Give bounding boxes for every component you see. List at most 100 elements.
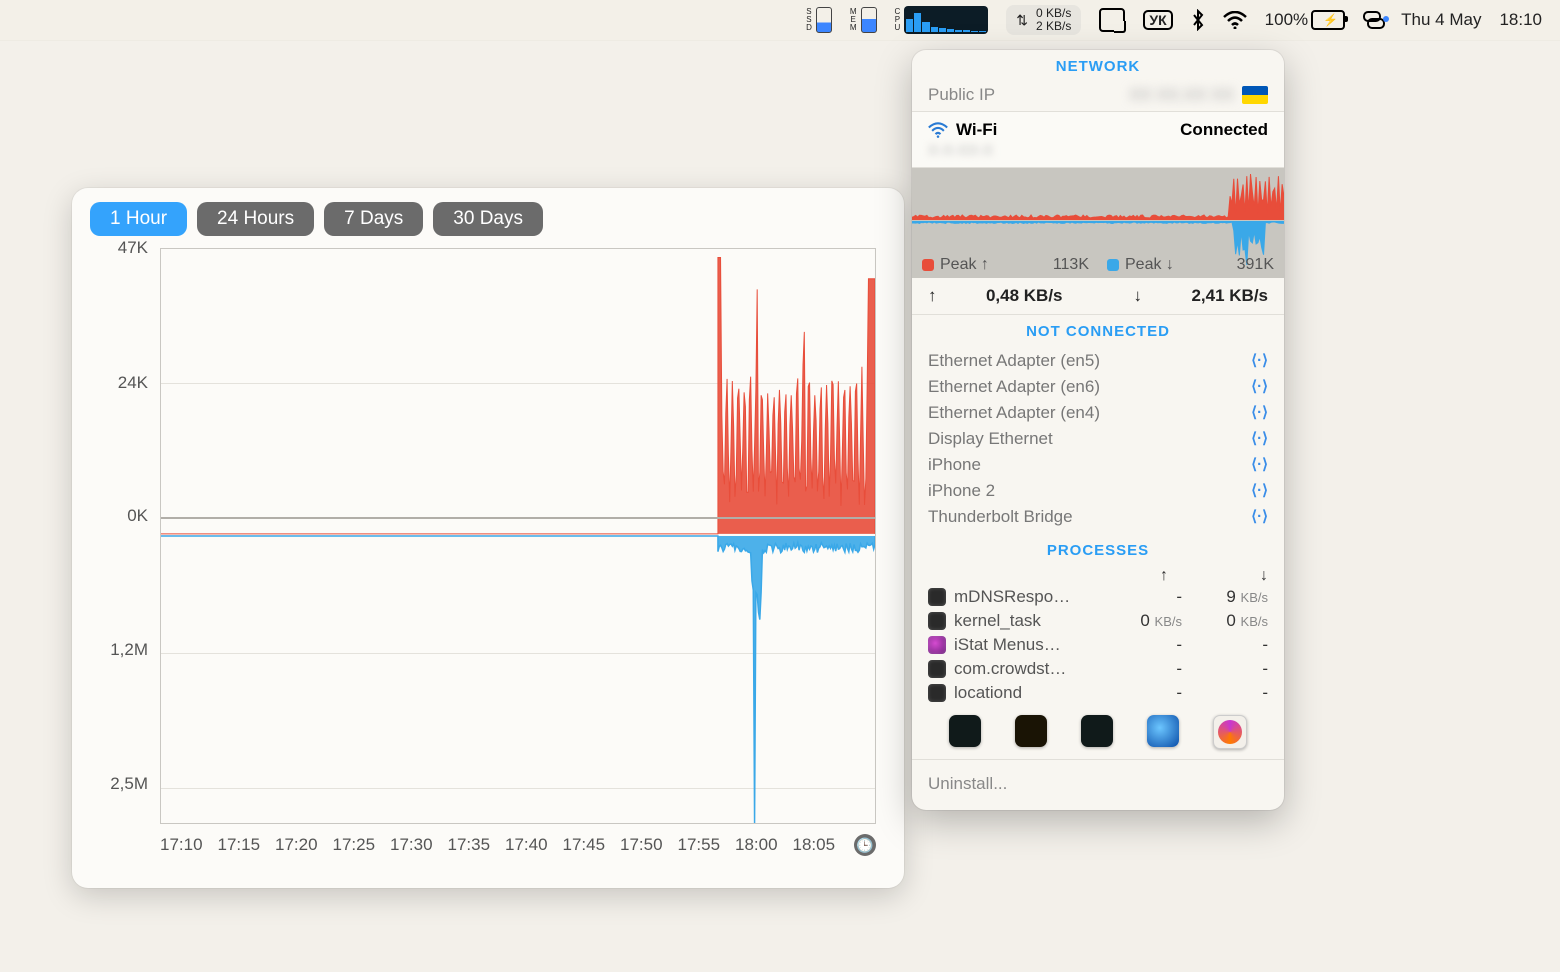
interface-name: iPhone: [928, 455, 981, 475]
battery-status[interactable]: 100% ⚡: [1265, 10, 1345, 30]
process-name: mDNSRespo…: [954, 587, 1096, 607]
app-console[interactable]: [1015, 715, 1047, 747]
process-down: -: [1182, 659, 1268, 679]
process-up: -: [1096, 659, 1182, 679]
y-tick: 2,5M: [110, 774, 148, 794]
mem-widget[interactable]: MEM: [850, 7, 877, 33]
interface-row[interactable]: Ethernet Adapter (en4)⟨·⟩: [912, 400, 1284, 426]
tab-30-days[interactable]: 30 Days: [433, 202, 543, 236]
process-up: -: [1096, 683, 1182, 703]
interface-name: Thunderbolt Bridge: [928, 507, 1073, 527]
menubar-time[interactable]: 18:10: [1499, 10, 1542, 30]
network-history-window: 1 Hour 24 Hours 7 Days 30 Days 47K 24K 0…: [72, 188, 904, 888]
wifi-ssid: X-X-XX-X: [928, 140, 1268, 159]
network-widget[interactable]: ⇅ 0 KB/s 2 KB/s: [1006, 5, 1081, 35]
process-row[interactable]: kernel_task 0 KB/s 0 KB/s: [912, 609, 1284, 633]
wifi-status: Connected: [1180, 120, 1268, 140]
process-name: locationd: [954, 683, 1096, 703]
interface-row[interactable]: Thunderbolt Bridge⟨·⟩: [912, 504, 1284, 530]
not-connected-list: Ethernet Adapter (en5)⟨·⟩Ethernet Adapte…: [912, 344, 1284, 534]
transfer-icon: ⇅: [1016, 12, 1028, 29]
link-icon: ⟨·⟩: [1251, 403, 1268, 423]
x-tick: 17:35: [448, 835, 491, 855]
screen-mirroring-icon[interactable]: [1099, 8, 1125, 32]
interface-row[interactable]: Display Ethernet ⟨·⟩: [912, 426, 1284, 452]
input-language[interactable]: УК: [1143, 10, 1172, 30]
app-network-utility[interactable]: [1147, 715, 1179, 747]
process-icon: [928, 684, 946, 702]
x-tick: 17:50: [620, 835, 663, 855]
wifi-label: Wi-Fi: [956, 120, 997, 140]
x-tick: 17:10: [160, 835, 203, 855]
control-center-icon[interactable]: [1363, 11, 1383, 29]
app-activity-monitor[interactable]: [949, 715, 981, 747]
peak-up-label: Peak ↑: [940, 256, 989, 274]
y-tick: 1,2M: [110, 640, 148, 660]
peak-down-value: 391K: [1180, 256, 1274, 274]
peak-down-label: Peak ↓: [1125, 256, 1174, 274]
process-name: kernel_task: [954, 611, 1096, 631]
public-ip-row[interactable]: Public IP XX XX.XX XX: [912, 79, 1284, 111]
time-picker-button[interactable]: 🕒: [854, 834, 876, 856]
process-row[interactable]: com.crowdst… - -: [912, 657, 1284, 681]
interface-row[interactable]: iPhone 2⟨·⟩: [912, 478, 1284, 504]
x-tick: 17:55: [678, 835, 721, 855]
link-icon: ⟨·⟩: [1251, 377, 1268, 397]
wifi-row[interactable]: Wi-Fi Connected X-X-XX-X: [912, 111, 1284, 168]
process-down: -: [1182, 683, 1268, 703]
interface-name: Ethernet Adapter (en6): [928, 377, 1100, 397]
col-up-icon: ↑: [1160, 567, 1168, 585]
wifi-icon: [928, 122, 948, 138]
tab-1-hour[interactable]: 1 Hour: [90, 202, 187, 236]
y-axis: 47K 24K 0K 1,2M 2,5M: [90, 248, 154, 824]
x-tick: 18:00: [735, 835, 778, 855]
interface-row[interactable]: iPhone⟨·⟩: [912, 452, 1284, 478]
process-down: 9 KB/s: [1182, 587, 1268, 607]
tab-7-days[interactable]: 7 Days: [324, 202, 423, 236]
chart: 47K 24K 0K 1,2M 2,5M 17:10 17:15 17:20 1…: [90, 244, 886, 864]
process-up: 0 KB/s: [1096, 611, 1182, 631]
app-shortcuts: [912, 705, 1284, 759]
interface-row[interactable]: Ethernet Adapter (en6) ⟨·⟩: [912, 374, 1284, 400]
wifi-icon[interactable]: [1223, 11, 1247, 29]
download-swatch-icon: [1107, 259, 1119, 271]
uninstall-link[interactable]: Uninstall...: [912, 759, 1284, 810]
cpu-widget[interactable]: CPU: [895, 6, 989, 34]
section-title-processes: PROCESSES: [912, 534, 1284, 563]
y-tick: 24K: [118, 373, 148, 393]
app-istat[interactable]: [1213, 715, 1247, 749]
y-tick: 47K: [118, 238, 148, 258]
process-row[interactable]: mDNSRespo… - 9 KB/s: [912, 585, 1284, 609]
process-icon: [928, 588, 946, 606]
ssd-widget[interactable]: SSD: [806, 7, 832, 33]
process-up: -: [1096, 635, 1182, 655]
x-tick: 17:45: [563, 835, 606, 855]
interface-row[interactable]: Ethernet Adapter (en5)⟨·⟩: [912, 348, 1284, 374]
network-panel: NETWORK Public IP XX XX.XX XX Wi-Fi Conn…: [912, 50, 1284, 810]
process-icon: [928, 660, 946, 678]
battery-pct: 100%: [1265, 10, 1308, 30]
process-icon: [928, 636, 946, 654]
x-axis: 17:10 17:15 17:20 17:25 17:30 17:35 17:4…: [160, 830, 876, 860]
app-terminal[interactable]: [1081, 715, 1113, 747]
x-tick: 17:25: [333, 835, 376, 855]
menubar-date[interactable]: Thu 4 May: [1401, 10, 1481, 30]
process-icon: [928, 612, 946, 630]
bluetooth-icon[interactable]: [1191, 9, 1205, 31]
download-rate: 2,41 KB/s: [1148, 286, 1268, 306]
process-row[interactable]: iStat Menus… - -: [912, 633, 1284, 657]
process-row[interactable]: locationd - -: [912, 681, 1284, 705]
upload-rate: 0,48 KB/s: [943, 286, 1063, 306]
upload-swatch-icon: [922, 259, 934, 271]
flag-ukraine-icon: [1242, 86, 1268, 104]
interface-name: Display Ethernet: [928, 429, 1053, 449]
link-icon: ⟨·⟩: [1251, 429, 1268, 449]
process-name: com.crowdst…: [954, 659, 1096, 679]
process-up: -: [1096, 587, 1182, 607]
public-ip-label: Public IP: [928, 85, 995, 105]
tab-24-hours[interactable]: 24 Hours: [197, 202, 314, 236]
col-down-icon: ↓: [1260, 567, 1268, 585]
section-title-not-connected: NOT CONNECTED: [912, 315, 1284, 344]
menubar: SSD MEM CPU ⇅ 0 KB/s 2 KB/s УК 100% ⚡ Th…: [0, 0, 1560, 41]
peak-up-value: 113K: [995, 256, 1101, 274]
